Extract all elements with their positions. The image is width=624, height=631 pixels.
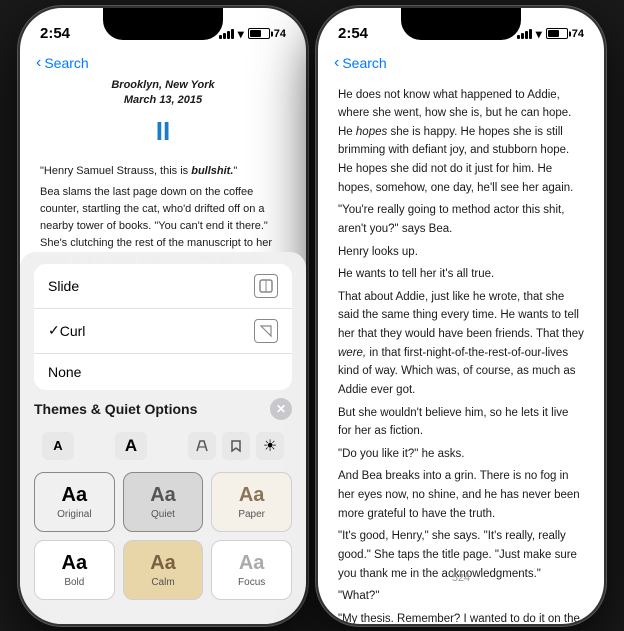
battery-level-right: 74 (572, 28, 584, 40)
device-container: 2:54 ▾ 74 ‹ (18, 6, 606, 626)
theme-bold[interactable]: Aa Bold (34, 540, 115, 600)
option-checkmark: ✓ (48, 322, 60, 339)
slide-label: Slide (48, 278, 79, 294)
wifi-icon: ▾ (238, 27, 244, 41)
back-button-right[interactable]: ‹ Search (334, 54, 387, 72)
transition-options: Slide ✓ Curl None (34, 264, 292, 390)
theme-aa-paper: Aa (239, 485, 265, 505)
chapter-number: II (40, 112, 286, 151)
back-label-left: Search (44, 55, 88, 71)
battery-icon-right (546, 28, 568, 39)
theme-label-original: Original (57, 509, 91, 520)
battery-icon-left (248, 28, 270, 39)
bottom-panel: Slide ✓ Curl None (20, 252, 306, 624)
book-scrollable-right: He does not know what happened to Addie,… (318, 78, 604, 624)
book-location: Brooklyn, New YorkMarch 13, 2015 (40, 78, 286, 109)
font-small-button[interactable]: A (42, 432, 74, 460)
slide-icon (254, 274, 278, 298)
theme-aa-calm: Aa (150, 553, 176, 573)
nav-bar-right: ‹ Search (318, 52, 604, 78)
theme-aa-original: Aa (62, 485, 88, 505)
status-icons-right: ▾ 74 (517, 27, 584, 41)
book-header: Brooklyn, New YorkMarch 13, 2015 II (40, 78, 286, 152)
none-label: None (48, 364, 81, 380)
theme-label-focus: Focus (238, 577, 265, 588)
themes-header: Themes & Quiet Options ✕ (34, 398, 292, 420)
book-text-right: He does not know what happened to Addie,… (318, 78, 604, 624)
back-label-right: Search (342, 55, 386, 71)
theme-label-bold: Bold (64, 577, 84, 588)
theme-label-quiet: Quiet (151, 509, 175, 520)
status-icons-left: ▾ 74 (219, 27, 286, 41)
theme-grid: Aa Original Aa Quiet Aa Paper Aa Bold (34, 472, 292, 600)
right-phone: 2:54 ▾ 74 ‹ (316, 6, 606, 626)
chevron-left-icon: ‹ (36, 54, 41, 72)
none-option[interactable]: None (34, 354, 292, 390)
font-style-button[interactable] (188, 432, 216, 460)
wifi-icon-right: ▾ (536, 27, 542, 41)
extra-controls: ☀ (188, 432, 284, 460)
notch-left (103, 8, 223, 40)
slide-option[interactable]: Slide (34, 264, 292, 309)
nav-bar-left: ‹ Search (20, 52, 306, 78)
theme-quiet[interactable]: Aa Quiet (123, 472, 204, 532)
close-button[interactable]: ✕ (270, 398, 292, 420)
curl-label: Curl (60, 323, 86, 339)
status-time-left: 2:54 (40, 25, 70, 42)
themes-title: Themes & Quiet Options (34, 401, 197, 417)
theme-focus[interactable]: Aa Focus (211, 540, 292, 600)
signal-icon (219, 29, 234, 39)
theme-aa-bold: Aa (62, 553, 88, 573)
page-number: 524 (318, 572, 604, 594)
font-controls-row: A A ☀ (34, 428, 292, 464)
theme-calm[interactable]: Aa Calm (123, 540, 204, 600)
theme-original[interactable]: Aa Original (34, 472, 115, 532)
curl-icon (254, 319, 278, 343)
curl-option[interactable]: ✓ Curl (34, 309, 292, 354)
bookmark-button[interactable] (222, 432, 250, 460)
status-time-right: 2:54 (338, 25, 368, 42)
battery-level-left: 74 (274, 28, 286, 40)
theme-aa-focus: Aa (239, 553, 265, 573)
chevron-left-icon-right: ‹ (334, 54, 339, 72)
theme-label-calm: Calm (151, 577, 174, 588)
signal-icon-right (517, 29, 532, 39)
notch-right (401, 8, 521, 40)
brightness-button[interactable]: ☀ (256, 432, 284, 460)
left-phone: 2:54 ▾ 74 ‹ (18, 6, 308, 626)
theme-label-paper: Paper (238, 509, 265, 520)
theme-paper[interactable]: Aa Paper (211, 472, 292, 532)
back-button-left[interactable]: ‹ Search (36, 54, 89, 72)
font-large-button[interactable]: A (115, 432, 147, 460)
theme-aa-quiet: Aa (150, 485, 176, 505)
